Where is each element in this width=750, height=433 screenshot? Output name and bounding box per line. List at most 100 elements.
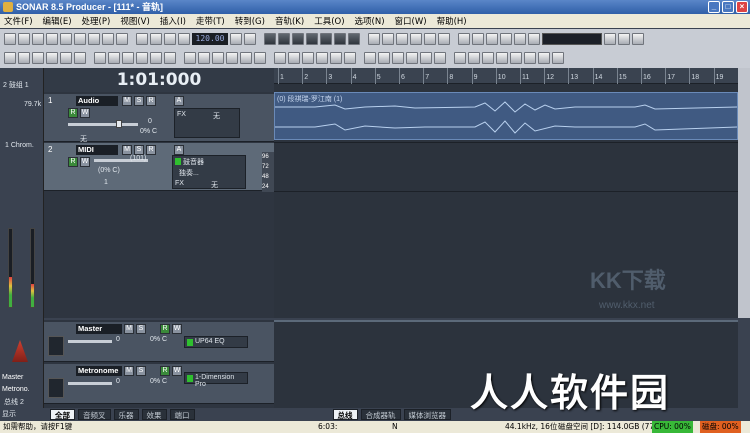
menu-insert[interactable]: 插入(I) [160,15,186,27]
track-row-audio[interactable]: 1 Audio M S R A R W 0 0% C 无 FX 无 [44,94,274,143]
pointer-tool-icon[interactable] [4,52,16,64]
bounce-icon[interactable] [254,52,266,64]
fx-bin[interactable]: 1-Dimension Pro [184,372,248,388]
menu-options[interactable]: 选项(N) [355,15,385,27]
minimize-button[interactable]: _ [708,1,720,13]
arm-button[interactable]: R [146,145,156,155]
cut-tool-icon[interactable] [60,52,72,64]
new-file-icon[interactable] [4,33,16,45]
stop-icon[interactable] [292,33,304,45]
select-icon[interactable] [458,33,470,45]
open-file-icon[interactable] [18,33,30,45]
screenset-1-icon[interactable] [454,52,466,64]
clips-pane[interactable]: 1 2 3 4 5 6 7 8 9 10 11 12 13 14 15 16 17 18 19 (0) 段祺瑞-罗江… [274,68,738,318]
play-icon[interactable] [306,33,318,45]
bus-row-metronome[interactable]: Metronome M S R W 0 0% C 1-Dimension Pro [44,364,274,404]
cut-icon[interactable] [46,33,58,45]
volume-knob[interactable] [116,120,122,128]
menu-transport[interactable]: 走带(T) [196,15,225,27]
crossfade-icon[interactable] [226,52,238,64]
fx-on-icon[interactable] [187,375,193,382]
write-automation-button[interactable]: W [80,157,90,167]
split-icon[interactable] [240,52,252,64]
arm-button[interactable]: R [146,96,156,106]
velocity-icon[interactable] [164,52,176,64]
screenset-5-icon[interactable] [510,52,522,64]
sync-toggle-icon[interactable] [364,52,376,64]
tab-ports[interactable]: 端口 [169,408,195,420]
zoom-icon[interactable] [514,33,526,45]
layout-icon[interactable] [604,33,616,45]
menu-help[interactable]: 帮助(H) [437,15,467,27]
tab-synth-rack[interactable]: 合成器轨 [360,408,401,420]
volume-slider[interactable] [68,340,112,343]
read-automation-button[interactable]: R [68,108,78,118]
tempo-down-icon[interactable] [244,33,256,45]
paste-icon[interactable] [74,33,86,45]
fx-name[interactable]: 1-Dimension Pro [195,374,247,388]
mute-button[interactable]: M [122,145,132,155]
punch-icon[interactable] [164,33,176,45]
marker-icon[interactable] [178,33,190,45]
bus-name[interactable]: Metronome [76,366,122,376]
mute-button[interactable]: M [124,324,134,334]
fx-bin[interactable]: UP64 EQ [184,336,248,348]
mute-tool-icon[interactable] [74,52,86,64]
menu-window[interactable]: 窗口(W) [395,15,427,27]
save-icon[interactable] [32,33,44,45]
solo-button[interactable]: S [136,324,146,334]
groove-clip-icon[interactable] [108,52,120,64]
snap-icon[interactable] [382,33,394,45]
solo-button[interactable]: S [134,145,144,155]
now-time-display[interactable]: 1:01:000 [44,68,274,92]
snap-toggle-icon[interactable] [618,33,630,45]
mute-button[interactable]: M [122,96,132,106]
view-console-icon[interactable] [288,52,300,64]
view-tracks-icon[interactable] [274,52,286,64]
screenset-3-icon[interactable] [482,52,494,64]
track-name[interactable]: MIDI [76,145,118,155]
menu-file[interactable]: 文件(F) [4,15,33,27]
menu-process[interactable]: 处理(P) [82,15,111,27]
view-piano-icon[interactable] [302,52,314,64]
inspector-master-label[interactable]: Master [2,374,23,381]
redo-icon[interactable] [102,33,114,45]
bus-name[interactable]: Master [76,324,122,334]
read-automation-button[interactable]: R [160,366,170,376]
menu-goto[interactable]: 转到(G) [235,15,265,27]
rewind-icon[interactable] [264,33,276,45]
screenset-2-icon[interactable] [468,52,480,64]
quantize-icon[interactable] [150,52,162,64]
edit-icon[interactable] [472,33,484,45]
read-automation-button[interactable]: R [68,157,78,167]
auto-arm-icon[interactable] [406,52,418,64]
audio-clip[interactable]: (0) 段祺瑞-罗江南 (1) [274,92,738,140]
tab-buses[interactable]: 总线 [332,408,358,420]
auto-icon[interactable] [410,33,422,45]
eraser-tool-icon[interactable] [46,52,58,64]
offset-icon[interactable] [434,52,446,64]
loop-icon[interactable] [150,33,162,45]
midi-channel[interactable]: 1 [104,179,108,186]
fade-icon[interactable] [212,52,224,64]
fx-name[interactable]: UP64 EQ [195,338,225,345]
inspector-display-label[interactable]: 显示 [2,409,16,419]
screenset-7-icon[interactable] [538,52,550,64]
sync-icon[interactable] [396,33,408,45]
instrument-name[interactable]: 鼓音器 [183,157,204,167]
loop-construct-icon[interactable] [94,52,106,64]
history-icon[interactable] [116,33,128,45]
record-icon[interactable] [348,33,360,45]
marker-insert-icon[interactable] [184,52,196,64]
smart-tool-icon[interactable] [18,52,30,64]
solo-button[interactable]: S [134,96,144,106]
solo-button[interactable]: S [136,366,146,376]
time-ruler[interactable]: 1 2 3 4 5 6 7 8 9 10 11 12 13 14 15 16 17 18 19 [274,68,738,84]
archive-button[interactable]: A [174,96,184,106]
bus-row-master[interactable]: Master M S R W 0 0% C UP64 EQ [44,322,274,362]
fx-on-icon[interactable] [187,339,193,346]
screenset-8-icon[interactable] [552,52,564,64]
audio-snap-icon[interactable] [122,52,134,64]
instrument-box[interactable]: 鼓音器 独奏... FX 无 [172,155,246,189]
fx-bin[interactable]: FX 无 [174,108,240,138]
